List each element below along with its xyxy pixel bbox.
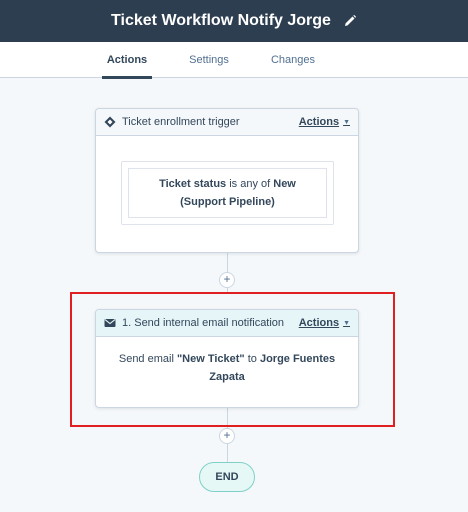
end-node: END [199, 462, 255, 492]
tab-bar: Actions Settings Changes [0, 42, 468, 79]
action-card-title: 1. Send internal email notification [122, 317, 285, 329]
envelope-icon [104, 317, 116, 329]
trigger-card-title: Ticket enrollment trigger [122, 116, 240, 128]
trigger-card-header: Ticket enrollment trigger Actions ▼ [96, 109, 358, 136]
trigger-actions-dropdown[interactable]: Actions ▼ [299, 116, 350, 128]
filter-property: Ticket status [159, 178, 227, 190]
add-action-button[interactable]: + [219, 272, 235, 288]
workflow-title: Ticket Workflow Notify Jorge [111, 12, 331, 29]
action-connector: to [244, 353, 260, 365]
workflow-trigger-icon [104, 116, 116, 128]
filter-group[interactable]: Ticket status is any of New (Support Pip… [121, 161, 334, 225]
action-actions-dropdown[interactable]: Actions ▼ [299, 317, 350, 329]
tab-actions[interactable]: Actions [102, 42, 152, 79]
workflow-header: Ticket Workflow Notify Jorge [0, 0, 468, 42]
action-actions-label: Actions [298, 317, 340, 329]
action-card-header: 1. Send internal email notification Acti… [96, 310, 358, 337]
filter-operator: is any of [226, 178, 274, 190]
email-name: "New Ticket" [176, 353, 245, 365]
filter-condition: Ticket status is any of New (Support Pip… [128, 168, 327, 218]
action-summary: Send email "New Ticket" to Jorge Fuentes… [96, 350, 358, 386]
chevron-down-icon: ▼ [343, 118, 350, 126]
pencil-icon[interactable] [343, 14, 357, 28]
trigger-actions-label: Actions [298, 116, 340, 128]
add-action-button[interactable]: + [219, 428, 235, 444]
tab-settings[interactable]: Settings [186, 42, 232, 78]
chevron-down-icon: ▼ [343, 319, 350, 327]
action-prefix: Send email [118, 353, 177, 365]
trigger-card[interactable]: Ticket enrollment trigger Actions ▼ Tick… [95, 108, 359, 253]
tab-changes[interactable]: Changes [268, 42, 318, 78]
action-card[interactable]: 1. Send internal email notification Acti… [95, 309, 359, 408]
